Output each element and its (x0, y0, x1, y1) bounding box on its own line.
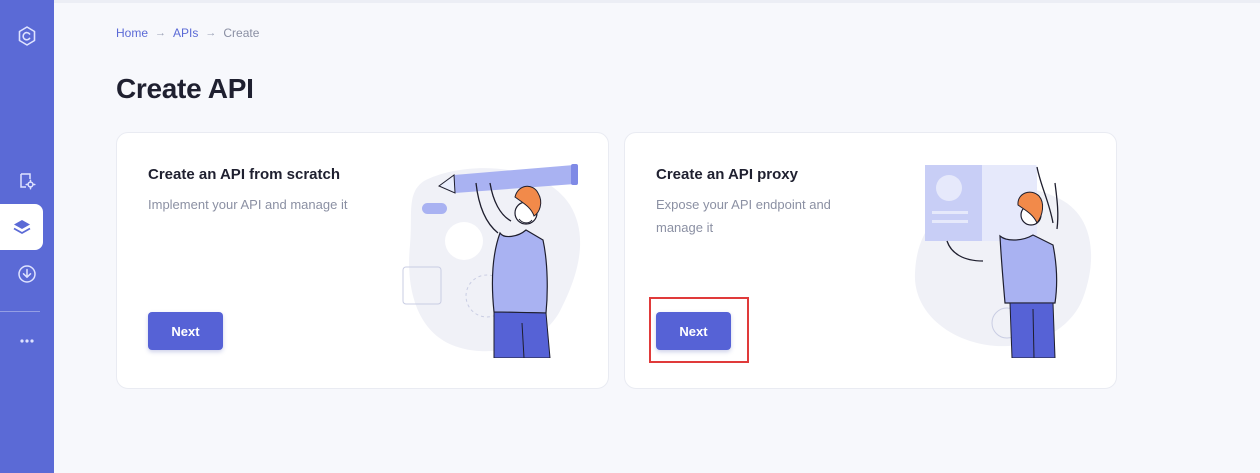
card-description: Implement your API and manage it (148, 197, 348, 212)
breadcrumb-home[interactable]: Home (116, 26, 148, 40)
top-border (54, 0, 1260, 3)
card-title: Create an API proxy (656, 166, 798, 183)
card-description: Expose your API endpoint and manage it (656, 197, 831, 235)
developer-pencil-illustration (402, 164, 581, 358)
developer-card-illustration (914, 165, 1092, 358)
layers-icon[interactable] (0, 204, 43, 250)
breadcrumb: Home → APIs → Create (116, 26, 259, 40)
card-api-proxy: Create an API proxy Expose your API endp… (624, 132, 1117, 389)
next-button-proxy[interactable]: Next (656, 312, 731, 350)
logo-icon[interactable] (0, 13, 54, 59)
download-icon[interactable] (0, 251, 54, 297)
card-title: Create an API from scratch (148, 166, 341, 183)
next-button-scratch[interactable]: Next (148, 312, 223, 350)
page-title: Create API (116, 73, 254, 104)
sidebar (0, 0, 54, 473)
breadcrumb-separator: → (205, 27, 217, 39)
settings-icon[interactable] (0, 158, 54, 204)
sidebar-divider (0, 311, 40, 312)
breadcrumb-apis[interactable]: APIs (173, 26, 198, 40)
breadcrumb-separator: → (155, 27, 167, 39)
breadcrumb-current: Create (223, 26, 260, 40)
card-api-from-scratch: Create an API from scratch Implement you… (116, 132, 609, 389)
more-icon[interactable] (0, 318, 54, 364)
